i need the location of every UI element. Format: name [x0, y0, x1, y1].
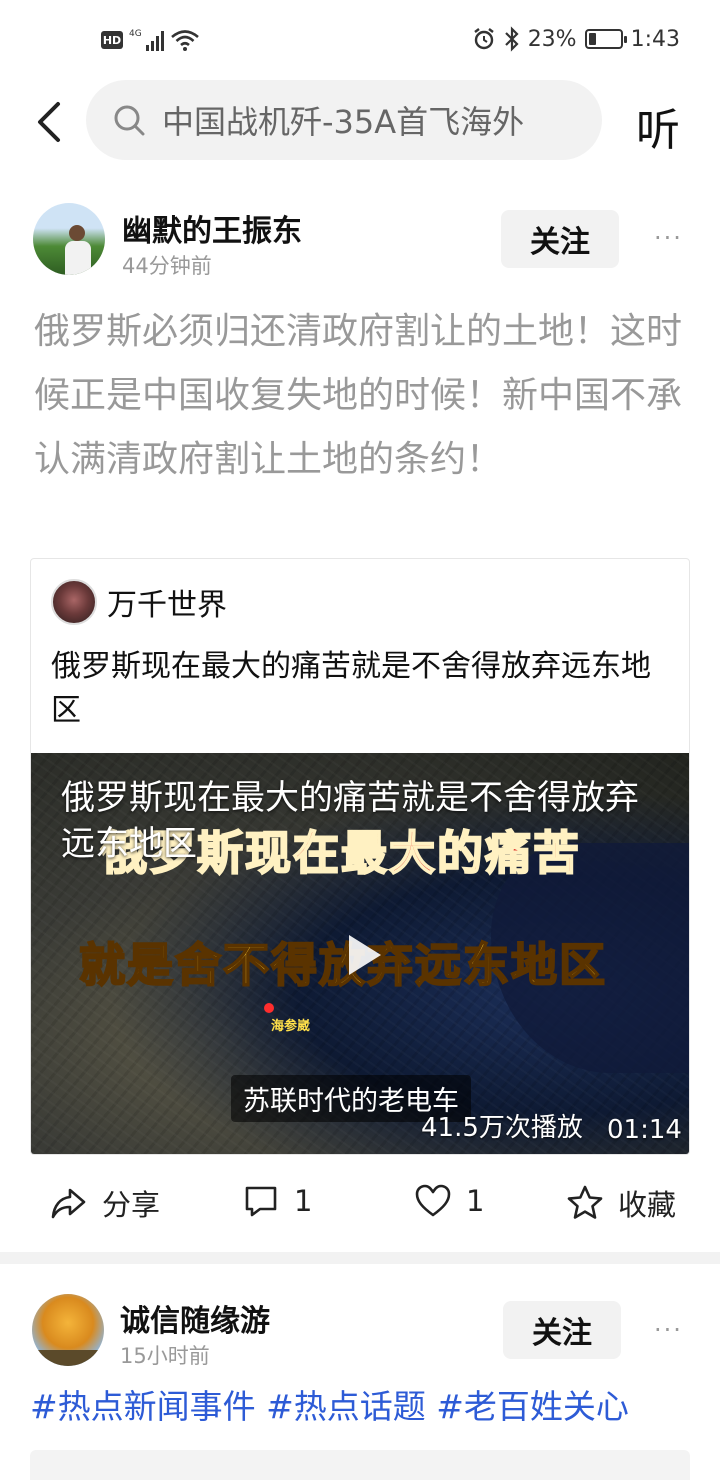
- video-duration: 01:14: [607, 1115, 682, 1145]
- star-icon: [567, 1185, 603, 1219]
- status-left: HD 4G: [101, 28, 200, 52]
- follow-button[interactable]: 关注: [501, 210, 619, 268]
- cell-signal-icon: 4G: [129, 29, 164, 51]
- quoted-author-name: 万千世界: [107, 588, 227, 623]
- quoted-author[interactable]: 万千世界: [51, 579, 227, 625]
- author-name[interactable]: 幽默的王振东: [122, 206, 302, 250]
- battery-icon: [584, 29, 627, 49]
- share-label: 分享: [102, 1188, 161, 1222]
- share-button[interactable]: 分享: [50, 1182, 160, 1224]
- heart-icon: [415, 1184, 451, 1217]
- quoted-title[interactable]: 俄罗斯现在最大的痛苦就是不舍得放弃远东地区: [51, 645, 676, 733]
- video-overlay-title: 俄罗斯现在最大的痛苦就是不舍得放弃远东地区: [61, 778, 639, 864]
- network-type: 4G: [129, 29, 142, 39]
- listen-button[interactable]: 听: [636, 94, 680, 158]
- comment-button[interactable]: 1: [242, 1182, 312, 1220]
- share-icon: [51, 1188, 86, 1219]
- search-icon: [114, 105, 145, 136]
- next-card-preview[interactable]: [30, 1450, 690, 1480]
- author-name[interactable]: 诚信随缘游: [120, 1296, 270, 1340]
- comment-count: 1: [294, 1184, 313, 1218]
- like-button[interactable]: 1: [414, 1182, 484, 1220]
- top-bar: 中国战机歼-35A首飞海外 听: [0, 80, 720, 164]
- comment-icon: [245, 1186, 277, 1217]
- play-icon[interactable]: [331, 925, 391, 985]
- status-right: 23% 1:43: [472, 26, 680, 52]
- battery-fill: [588, 33, 596, 45]
- bluetooth-icon: [504, 26, 519, 52]
- post-time: 44分钟前: [122, 254, 212, 278]
- battery-percent: 23%: [527, 26, 577, 52]
- more-options-icon[interactable]: ···: [654, 1316, 683, 1344]
- search-query[interactable]: 中国战机歼-35A首飞海外: [162, 97, 562, 143]
- like-count: 1: [466, 1184, 485, 1218]
- video-player[interactable]: 俄罗斯现在最大的痛苦就是不舍得放弃远东地区 俄罗斯现在最大的痛苦 就是舍不得放弃…: [31, 753, 689, 1154]
- more-options-icon[interactable]: ···: [654, 224, 683, 252]
- favorite-label: 收藏: [618, 1188, 677, 1222]
- wifi-icon: [170, 30, 199, 51]
- quoted-avatar: [51, 579, 97, 625]
- play-count: 41.5万次播放: [421, 1113, 583, 1143]
- clock: 1:43: [630, 26, 680, 52]
- alarm-icon: [473, 28, 494, 50]
- post-actions: 分享 1 1 收藏: [0, 1172, 720, 1236]
- hd-icon: HD: [101, 31, 123, 49]
- map-pin-icon: [264, 1003, 274, 1013]
- quoted-post-card[interactable]: 万千世界 俄罗斯现在最大的痛苦就是不舍得放弃远东地区 俄罗斯现在最大的痛苦就是不…: [30, 558, 690, 1155]
- favorite-button[interactable]: 收藏: [566, 1182, 676, 1224]
- post-text[interactable]: 俄罗斯必须归还清政府割让的土地！这时候正是中国收复失地的时候！新中国不承认满清政…: [34, 300, 684, 492]
- map-label: 海参崴: [271, 1019, 311, 1034]
- avatar[interactable]: [33, 203, 105, 275]
- follow-button[interactable]: 关注: [503, 1301, 621, 1359]
- hashtags[interactable]: #热点新闻事件 #热点话题 #老百姓关心: [30, 1380, 629, 1428]
- feed-divider: [0, 1252, 720, 1264]
- post-time: 15小时前: [120, 1344, 210, 1368]
- status-bar: HD 4G 23% 1:43: [0, 0, 720, 84]
- avatar[interactable]: [32, 1294, 104, 1366]
- search-bar[interactable]: 中国战机歼-35A首飞海外: [86, 80, 602, 160]
- back-arrow-icon[interactable]: [30, 98, 70, 146]
